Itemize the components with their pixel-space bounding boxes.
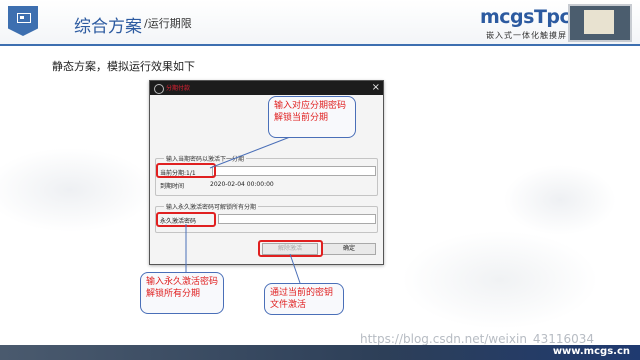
brand-tagline: 嵌入式一体化触摸屏 xyxy=(486,31,567,40)
callout-current-period: 输入对应分期密码解锁当前分期 xyxy=(268,96,356,138)
highlight-unlock-button xyxy=(258,240,323,257)
intro-text: 静态方案，模拟运行效果如下 xyxy=(52,60,195,73)
expire-value: 2020-02-04 00:00:00 xyxy=(210,181,274,188)
dialog-title: 分期付款 xyxy=(166,85,191,92)
callout-permanent: 输入永久激活密码解锁所有分期 xyxy=(140,272,224,314)
highlight-current-period xyxy=(156,163,216,178)
group-label-current: 输入当期密码以激活下一分期 xyxy=(164,154,247,163)
product-thumbnail xyxy=(568,4,632,42)
footer-bar: www.mcgs.cn xyxy=(0,345,640,360)
brand-logo: mcgsTpc xyxy=(480,6,571,28)
footer-url[interactable]: www.mcgs.cn xyxy=(553,346,630,357)
csdn-watermark: https://blog.csdn.net/weixin_43116034 xyxy=(360,332,595,346)
app-logo-icon xyxy=(154,84,164,94)
dialog-titlebar[interactable]: 分期付款 × xyxy=(150,81,383,95)
highlight-permanent-password xyxy=(156,212,216,227)
permanent-password-input[interactable] xyxy=(218,214,376,224)
header-divider xyxy=(0,44,640,46)
expire-label: 到期时间 xyxy=(160,183,185,190)
callout-unlock: 通过当前的密钥文件激活 xyxy=(264,283,344,315)
group-label-permanent: 输入永久激活密码可解锁所有分期 xyxy=(164,202,259,211)
slide-subtitle: /运行期限 xyxy=(144,17,192,30)
slide-title: 综合方案 xyxy=(74,17,142,37)
ok-button[interactable]: 确定 xyxy=(322,243,376,255)
current-period-password-input[interactable] xyxy=(212,166,376,176)
close-icon[interactable]: × xyxy=(372,81,380,95)
